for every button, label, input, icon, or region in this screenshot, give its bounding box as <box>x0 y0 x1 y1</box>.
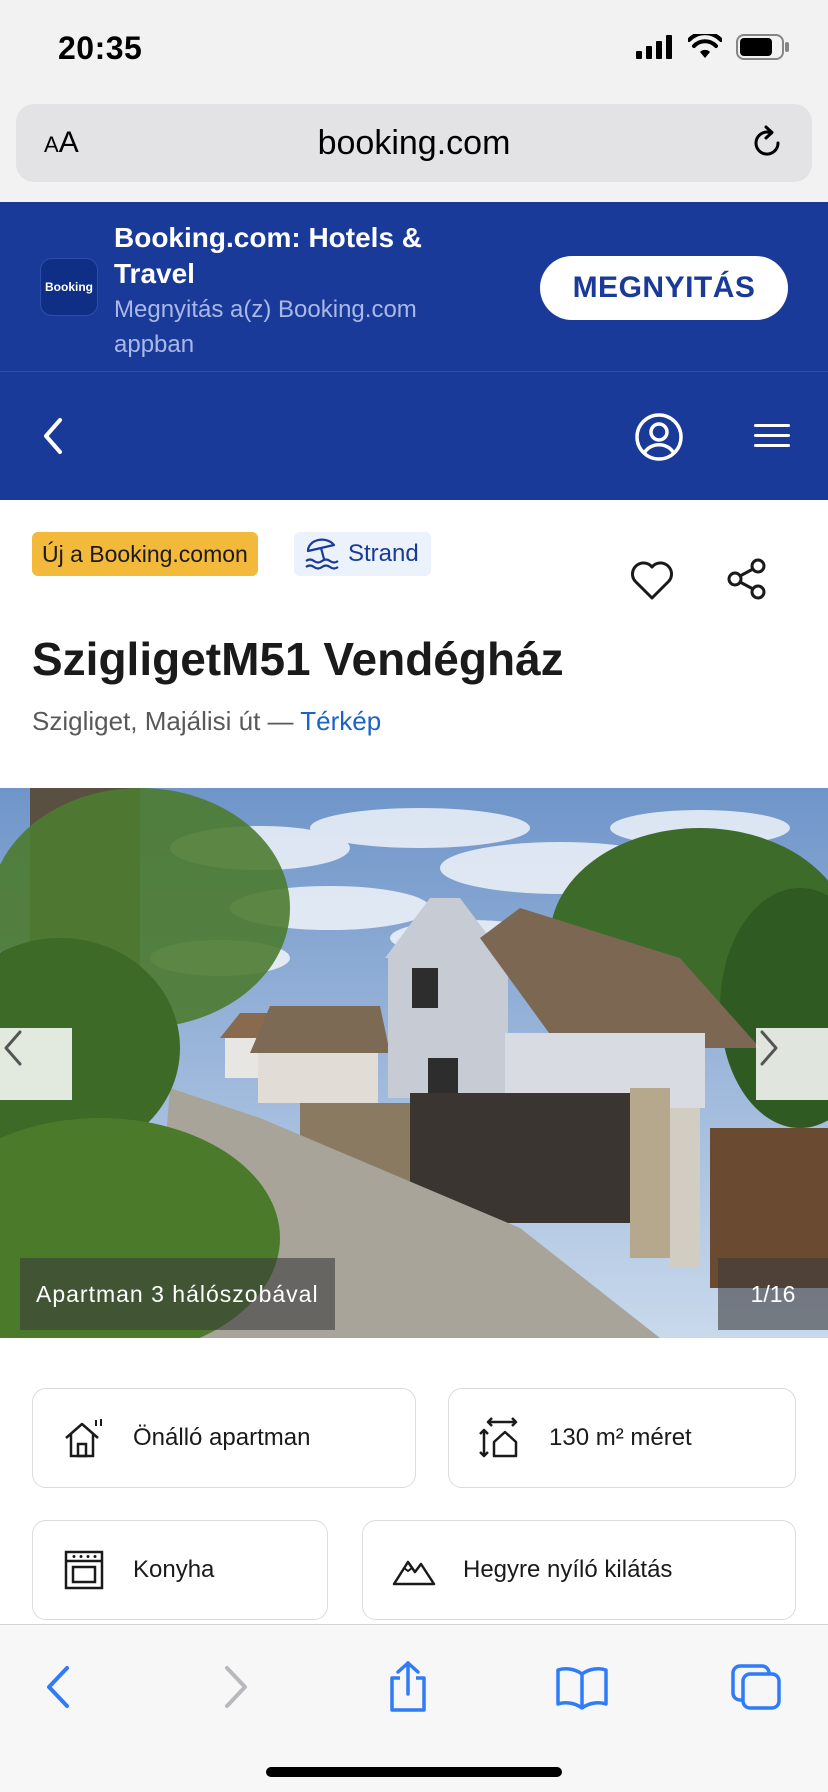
share-icon[interactable] <box>726 558 768 600</box>
status-icons <box>636 34 790 60</box>
mountain-icon <box>389 1545 439 1595</box>
site-header <box>0 372 828 500</box>
address-bar[interactable]: AA booking.com <box>16 104 812 182</box>
gallery-next-button[interactable] <box>756 1028 828 1100</box>
map-link[interactable]: Térkép <box>300 706 381 736</box>
app-title: Booking.com: Hotels & Travel <box>114 222 423 289</box>
app-install-banner: Booking Booking.com: Hotels & Travel Meg… <box>0 202 828 372</box>
heart-icon[interactable] <box>628 558 676 602</box>
browser-address-area: AA booking.com <box>0 100 828 202</box>
feature-label: 130 m² méret <box>549 1424 692 1451</box>
open-app-button[interactable]: MEGNYITÁS <box>540 256 788 320</box>
browser-back-button[interactable] <box>28 1657 88 1717</box>
photo-gallery[interactable]: Apartman 3 hálószobával 1/16 <box>0 788 828 1338</box>
beach-badge: Strand <box>294 532 431 576</box>
gallery-prev-button[interactable] <box>0 1028 72 1100</box>
beach-icon <box>305 538 339 570</box>
share-icon <box>390 1661 426 1712</box>
photo-counter: 1/16 <box>718 1258 828 1330</box>
chevron-left-icon <box>4 1030 22 1066</box>
back-arrow-icon[interactable] <box>38 416 68 456</box>
cellular-signal-icon <box>636 35 672 59</box>
browser-toolbar <box>0 1624 828 1792</box>
account-icon[interactable] <box>634 412 684 462</box>
share-button[interactable] <box>378 1657 438 1717</box>
app-subtitle: Megnyitás a(z) Booking.com appban <box>114 296 417 358</box>
feature-card-apartment: Önálló apartman <box>32 1388 416 1488</box>
feature-card-size: 130 m² méret <box>448 1388 796 1488</box>
size-icon <box>475 1413 525 1463</box>
feature-card-kitchen: Konyha <box>32 1520 328 1620</box>
battery-icon <box>736 34 789 60</box>
tabs-icon <box>731 1664 781 1710</box>
url-text[interactable]: booking.com <box>16 124 812 163</box>
feature-label: Önálló apartman <box>133 1424 311 1451</box>
feature-card-view: Hegyre nyíló kilátás <box>362 1520 796 1620</box>
chevron-right-icon <box>760 1030 778 1066</box>
bookmarks-button[interactable] <box>552 1657 612 1717</box>
chevron-left-icon <box>47 1666 69 1708</box>
status-time: 20:35 <box>58 30 143 66</box>
status-bar: 20:35 <box>0 0 828 100</box>
feature-label: Konyha <box>133 1556 215 1583</box>
beach-badge-label: Strand <box>348 540 419 567</box>
house-icon <box>59 1413 109 1463</box>
hamburger-menu-icon[interactable] <box>752 420 792 452</box>
feature-label: Hegyre nyíló kilátás <box>463 1556 673 1583</box>
home-indicator <box>266 1767 562 1777</box>
new-on-booking-badge: Új a Booking.comon <box>32 532 258 576</box>
address-text: Szigliget, Majálisi út — <box>32 706 301 736</box>
property-photo <box>0 788 828 1338</box>
book-icon <box>556 1667 608 1710</box>
property-address: Szigliget, Majálisi út — Térkép <box>32 706 381 737</box>
booking-app-logo: Booking <box>40 258 98 316</box>
browser-forward-button[interactable] <box>206 1657 266 1717</box>
property-title: SzigligetM51 Vendégház <box>32 633 564 685</box>
wifi-icon <box>688 34 722 58</box>
tabs-button[interactable] <box>726 1657 786 1717</box>
kitchen-icon <box>59 1545 109 1595</box>
photo-caption: Apartman 3 hálószobával <box>20 1258 335 1330</box>
chevron-right-icon <box>225 1666 247 1708</box>
reload-icon[interactable] <box>748 124 786 162</box>
